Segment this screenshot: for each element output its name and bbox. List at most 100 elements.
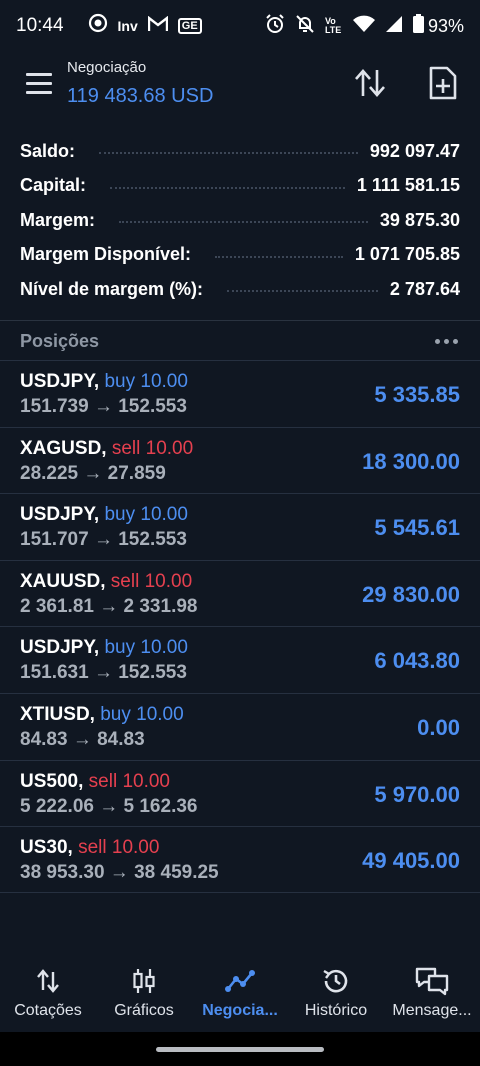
positions-list: USDJPY, buy 10.00 151.739 → 152.553 5 33… — [0, 360, 480, 893]
position-symbol: XAUUSD, — [20, 570, 106, 592]
account-balance: 119 483.68 USD — [67, 85, 214, 107]
summary-row-margin-level: Nível de margem (%): 2 787.64 — [0, 272, 480, 307]
position-profit: 5 545.61 — [374, 515, 460, 541]
new-order-icon[interactable] — [428, 66, 460, 100]
more-options-icon[interactable] — [433, 333, 460, 350]
position-profit: 5 335.85 — [374, 382, 460, 407]
summary-label: Capital: — [20, 175, 87, 196]
summary-value: 39 875.30 — [379, 209, 460, 230]
position-row[interactable]: US500, sell 10.00 5 222.06 → 5 162.36 5 … — [0, 759, 480, 827]
summary-row-equity: Capital: 1 111 581.15 — [0, 169, 480, 204]
position-row[interactable]: USDJPY, buy 10.00 151.707 → 152.553 5 54… — [0, 493, 480, 560]
summary-label: Saldo: — [20, 140, 76, 161]
alarm-icon — [265, 13, 285, 39]
position-profit: 0.00 — [417, 714, 460, 740]
nav-messages[interactable]: Mensage... — [384, 958, 480, 1032]
position-prices: 5 222.06 → 5 162.36 — [20, 795, 198, 817]
position-row[interactable]: USDJPY, buy 10.00 151.739 → 152.553 5 33… — [0, 360, 480, 427]
dotted-leader — [119, 221, 368, 224]
history-icon — [319, 964, 353, 998]
wifi-icon — [352, 15, 375, 38]
position-profit: 29 830.00 — [362, 581, 460, 607]
summary-label: Margem: — [20, 209, 96, 230]
position-row[interactable]: XTIUSD, buy 10.00 84.83 → 84.83 0.00 — [0, 692, 480, 760]
nav-label: Negocia... — [202, 1002, 278, 1019]
trade-icon — [223, 964, 257, 998]
charts-icon — [127, 964, 161, 998]
nav-trade[interactable]: Negocia... — [192, 958, 288, 1032]
inv-icon: Inv — [117, 18, 138, 34]
nav-history[interactable]: Histórico — [288, 958, 384, 1032]
summary-value: 2 787.64 — [389, 278, 460, 299]
position-profit: 18 300.00 — [362, 448, 460, 474]
nav-quotes[interactable]: Cotações — [0, 958, 96, 1032]
position-side: buy 10.00 — [100, 703, 184, 725]
position-row[interactable]: USDJPY, buy 10.00 151.631 → 152.553 6 04… — [0, 626, 480, 693]
summary-value: 992 097.47 — [369, 140, 460, 161]
messages-icon — [415, 964, 449, 998]
nav-charts[interactable]: Gráficos — [96, 958, 192, 1032]
ge-icon: GE — [177, 18, 202, 34]
nav-label: Mensage... — [392, 1002, 472, 1019]
summary-row-free-margin: Margem Disponível: 1 071 705.85 — [0, 238, 480, 273]
position-symbol: US500, — [20, 770, 84, 792]
position-row[interactable]: XAGUSD, sell 10.00 28.225 → 27.859 18 30… — [0, 426, 480, 494]
position-profit: 6 043.80 — [374, 648, 460, 674]
dotted-leader — [227, 290, 378, 293]
status-bar: 10:44 Inv GE Vo LTE 93% — [0, 0, 480, 52]
quotes-icon — [31, 964, 65, 998]
status-time: 10:44 — [16, 15, 64, 36]
position-prices: 151.707 → 152.553 — [20, 529, 187, 551]
positions-header: Posições — [0, 322, 480, 360]
position-side: buy 10.00 — [104, 637, 188, 659]
battery-icon — [412, 14, 424, 38]
volte-icon: Vo LTE — [324, 16, 342, 35]
position-side: buy 10.00 — [104, 504, 188, 526]
summary-label: Nível de margem (%): — [20, 278, 204, 299]
position-symbol: XAGUSD, — [20, 437, 107, 459]
dotted-leader — [99, 152, 358, 155]
summary-label: Margem Disponível: — [20, 244, 192, 265]
position-profit: 49 405.00 — [362, 848, 460, 874]
position-symbol: US30, — [20, 837, 73, 859]
gmail-icon — [147, 15, 168, 38]
account-summary: Saldo: 992 097.47 Capital: 1 111 581.15 … — [0, 134, 480, 307]
summary-row-margin: Margem: 39 875.30 — [0, 203, 480, 238]
positions-title: Posições — [20, 330, 100, 351]
signal-icon — [385, 15, 403, 38]
mute-icon — [295, 14, 315, 39]
position-prices: 2 361.81 → 2 331.98 — [20, 595, 198, 617]
gesture-bar — [0, 1032, 480, 1066]
position-symbol: USDJPY, — [20, 504, 100, 526]
position-side: sell 10.00 — [88, 770, 170, 792]
divider — [0, 320, 480, 321]
position-side: buy 10.00 — [104, 371, 188, 392]
nav-label: Histórico — [304, 1002, 368, 1019]
dotted-leader — [110, 186, 345, 189]
home-gesture-handle[interactable] — [156, 1047, 324, 1052]
summary-value: 1 071 705.85 — [354, 244, 460, 265]
bottom-navigation: Cotações Gráficos Negocia... Histórico M… — [0, 958, 480, 1032]
position-side: sell 10.00 — [78, 837, 160, 859]
app-header: Negociação 119 483.68 USD — [0, 56, 480, 116]
dotted-leader — [215, 255, 343, 258]
page-title: Negociação — [67, 59, 147, 76]
position-prices: 28.225 → 27.859 — [20, 462, 166, 484]
position-prices: 151.739 → 152.553 — [20, 396, 187, 417]
summary-row-balance: Saldo: 992 097.47 — [0, 134, 480, 169]
position-symbol: USDJPY, — [20, 371, 100, 392]
position-prices: 84.83 → 84.83 — [20, 728, 145, 750]
position-symbol: XTIUSD, — [20, 703, 95, 725]
position-prices: 151.631 → 152.553 — [20, 662, 187, 684]
sort-icon[interactable] — [352, 68, 388, 100]
nav-label: Cotações — [14, 1002, 82, 1019]
position-side: sell 10.00 — [111, 437, 194, 459]
position-profit: 5 970.00 — [374, 781, 460, 807]
position-row[interactable]: US30, sell 10.00 38 953.30 → 38 459.25 4… — [0, 826, 480, 893]
nav-label: Gráficos — [114, 1002, 174, 1019]
menu-icon[interactable] — [26, 73, 52, 94]
position-row[interactable]: XAUUSD, sell 10.00 2 361.81 → 2 331.98 2… — [0, 559, 480, 627]
summary-value: 1 111 581.15 — [356, 175, 460, 196]
battery-percent: 93% — [427, 15, 464, 36]
position-prices: 38 953.30 → 38 459.25 — [20, 862, 219, 884]
